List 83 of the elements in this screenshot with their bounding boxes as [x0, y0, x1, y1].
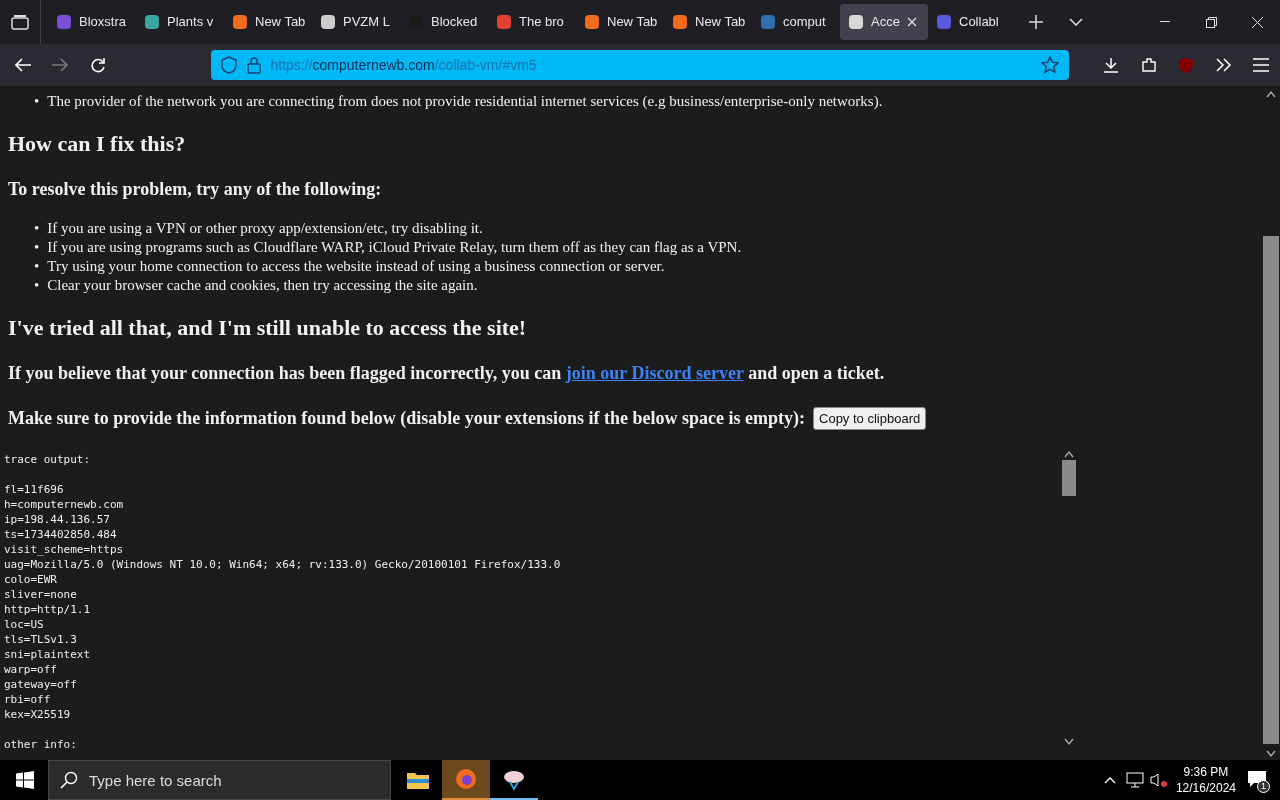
- scroll-up-icon[interactable]: [1266, 90, 1276, 98]
- browser-tab[interactable]: Collabl: [928, 4, 1016, 40]
- section-subheading: To resolve this problem, try any of the following:: [8, 178, 383, 201]
- bullet-marker: •: [34, 219, 40, 238]
- star-icon[interactable]: [1040, 56, 1059, 74]
- section-heading: How can I fix this?: [8, 130, 187, 158]
- taskbar-search-field[interactable]: Type here to search: [48, 760, 391, 800]
- copy-button[interactable]: Copy to clipboard: [813, 406, 927, 431]
- address-bar[interactable]: https://computernewb.com/collab-vm/#vm5: [210, 50, 1069, 80]
- download-icon[interactable]: [1103, 57, 1120, 73]
- back-icon[interactable]: [14, 58, 31, 72]
- browser-tab[interactable]: New Tab: [224, 4, 312, 40]
- trace-line: ip=198.44.136.57: [4, 512, 110, 527]
- search-icon: [60, 771, 78, 789]
- close-icon[interactable]: [1251, 16, 1263, 28]
- bullet-marker: •: [34, 238, 40, 257]
- trace-line: sni=plaintext: [4, 647, 91, 662]
- puzzle-icon[interactable]: [1140, 57, 1157, 73]
- bullet-text: Try using your home connection to access the website instead of using a business connection or server.: [47, 257, 665, 276]
- new-tab-icon[interactable]: [1029, 15, 1043, 29]
- chevron-up-icon[interactable]: [1103, 776, 1116, 784]
- notification-count: 1: [1257, 780, 1270, 793]
- scroll-down-icon[interactable]: [1266, 750, 1276, 758]
- trace-line: rbi=off: [4, 692, 51, 707]
- trace-line: colo=EWR: [4, 572, 57, 587]
- bullet-text: Clear your browser cache and cookies, then try accessing the site again.: [47, 276, 478, 295]
- browser-tab[interactable]: Acce: [840, 4, 928, 40]
- muted-speaker-icon[interactable]: [1149, 772, 1168, 788]
- shield-icon: [220, 56, 237, 74]
- trace-line: warp=off: [4, 662, 57, 677]
- folder-icon[interactable]: [406, 770, 430, 790]
- discord-link[interactable]: join our Discord server: [565, 363, 744, 383]
- browser-tab[interactable]: New Tab: [576, 4, 664, 40]
- bullet-text: If you are using a VPN or other proxy app/extension/etc, try disabling it.: [47, 219, 483, 238]
- instruction-text: Make sure to provide the information found below (disable your extensions if the below space is empty):: [8, 407, 805, 430]
- chevrons-icon[interactable]: [1215, 58, 1232, 72]
- discord-paragraph: If you believe that your connection has been flagged incorrectly, you can join our Discord server and open a ticket.: [8, 362, 886, 385]
- clock-date: 12/16/2024: [1175, 780, 1236, 796]
- trace-line: ts=1734402850.484: [4, 527, 117, 542]
- forward-icon[interactable]: [52, 58, 69, 72]
- scroll-down-icon[interactable]: [1064, 738, 1074, 746]
- section-heading: I've tried all that, and I'm still unable to access the site!: [8, 314, 528, 342]
- trace-line: loc=US: [4, 617, 44, 632]
- app-icon[interactable]: [501, 768, 527, 790]
- bullet-marker: •: [34, 92, 40, 111]
- windows-start-icon[interactable]: [16, 771, 34, 789]
- trace-line: visit_scheme=https: [4, 542, 124, 557]
- tab-overflow-icon[interactable]: [1069, 18, 1083, 26]
- bullet-marker: •: [34, 257, 40, 276]
- bullet-text: The provider of the network you are connecting from does not provide residential internet services (e.g business/enterprise-only networks).: [47, 92, 883, 111]
- browser-tab[interactable]: Bloxstra: [48, 4, 136, 40]
- trace-line: h=computernewb.com: [4, 497, 124, 512]
- scrollbar-thumb[interactable]: [1062, 460, 1076, 496]
- trace-line: fl=11f696: [4, 482, 64, 497]
- trace-heading: other info:: [4, 737, 77, 748]
- browser-tab[interactable]: New Tab: [664, 4, 752, 40]
- bullet-marker: •: [34, 276, 40, 295]
- reload-icon[interactable]: [89, 57, 106, 73]
- network-icon[interactable]: [1125, 772, 1144, 788]
- close-tab-icon[interactable]: [906, 17, 917, 27]
- trace-heading: trace output:: [4, 452, 91, 467]
- trace-line: tls=TLSv1.3: [4, 632, 77, 647]
- lock-icon: [246, 56, 261, 74]
- trace-line: sliver=none: [4, 587, 77, 602]
- browser-tab[interactable]: Plants v: [136, 4, 224, 40]
- url-text: https://computernewb.com/collab-vm/#vm5: [270, 55, 538, 75]
- browser-tab[interactable]: comput: [752, 4, 840, 40]
- browser-icon: [454, 767, 478, 791]
- browser-tab[interactable]: PVZM L: [312, 4, 400, 40]
- trace-line: kex=X25519: [4, 707, 71, 722]
- minimize-icon[interactable]: [1160, 21, 1170, 23]
- bullet-text: If you are using programs such as Cloudflare WARP, iCloud Private Relay, turn them off as they can flag as a VPN.: [47, 238, 742, 257]
- scroll-up-icon[interactable]: [1064, 450, 1074, 458]
- browser-tab[interactable]: The bro: [488, 4, 576, 40]
- trace-line: gateway=off: [4, 677, 77, 692]
- browser-tab[interactable]: Blocked: [400, 4, 488, 40]
- menu-icon[interactable]: [1253, 58, 1270, 72]
- clock-time: 9:36 PM: [1182, 764, 1230, 780]
- firefox-taskbar-button[interactable]: [442, 760, 490, 800]
- scrollbar-thumb[interactable]: [1263, 236, 1279, 744]
- trace-line: http=http/1.1: [4, 602, 91, 617]
- trace-line: uag=Mozilla/5.0 (Windows NT 10.0; Win64; x64; rv:133.0) Gecko/20100101 Firefox/133.0: [4, 557, 561, 572]
- restore-icon[interactable]: [1205, 16, 1217, 28]
